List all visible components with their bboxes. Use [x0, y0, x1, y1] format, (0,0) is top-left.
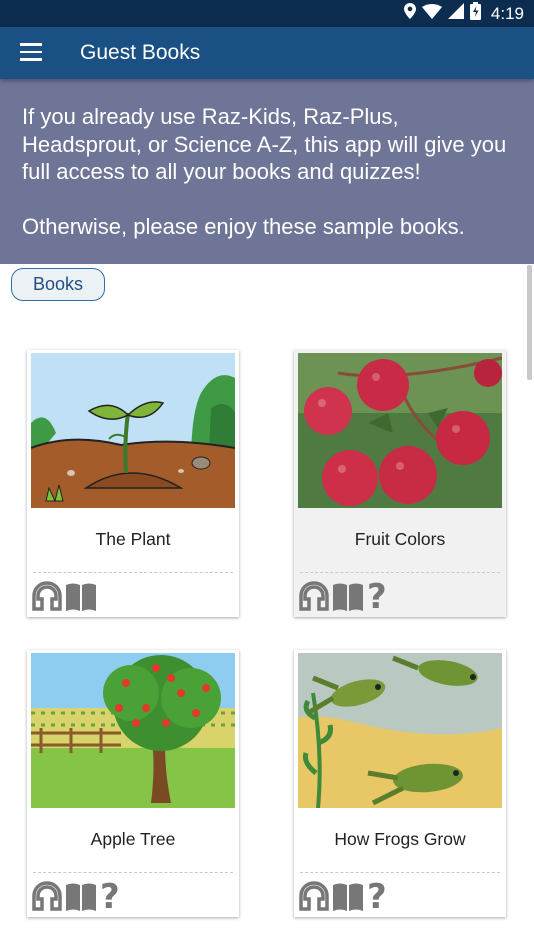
app-bar: Guest Books	[0, 27, 534, 79]
banner-text-access: If you already use Raz-Kids, Raz-Plus, H…	[22, 104, 507, 184]
status-time: 4:19	[490, 3, 524, 23]
headphones-icon[interactable]	[32, 881, 62, 913]
book-actions: ?	[299, 880, 387, 914]
book-actions	[32, 580, 97, 614]
quiz-icon[interactable]: ?	[367, 580, 387, 614]
book-actions: ?	[32, 880, 120, 914]
status-bar: 4:19	[0, 0, 534, 27]
cell-signal-icon	[447, 3, 464, 24]
status-icons: 4:19	[403, 0, 524, 27]
book-card-how-frogs-grow[interactable]: How Frogs Grow ?	[294, 650, 506, 917]
book-title: The Plant	[95, 529, 171, 549]
book-icon[interactable]	[332, 582, 364, 612]
banner-text-sample: Otherwise, please enjoy these sample boo…	[22, 213, 465, 239]
quiz-icon[interactable]: ?	[100, 880, 120, 914]
book-card-fruit-colors[interactable]: Fruit Colors ?	[294, 350, 506, 617]
headphones-icon[interactable]	[299, 581, 329, 613]
battery-icon	[469, 2, 481, 25]
book-title: Fruit Colors	[354, 529, 446, 549]
divider	[300, 872, 500, 873]
book-actions: ?	[299, 580, 387, 614]
book-title: Apple Tree	[90, 829, 176, 849]
location-icon	[403, 3, 416, 24]
scrollbar[interactable]	[527, 265, 532, 380]
books-filter-chip[interactable]: Books	[11, 268, 105, 301]
wifi-icon	[421, 3, 442, 24]
book-card-the-plant[interactable]: The Plant	[27, 350, 239, 617]
divider	[33, 872, 233, 873]
headphones-icon[interactable]	[299, 881, 329, 913]
book-icon[interactable]	[65, 582, 97, 612]
divider	[300, 572, 500, 573]
divider	[33, 572, 233, 573]
quiz-icon[interactable]: ?	[367, 880, 387, 914]
book-cover-apple-tree	[31, 653, 235, 808]
book-card-apple-tree[interactable]: Apple Tree ?	[27, 650, 239, 917]
headphones-icon[interactable]	[32, 581, 62, 613]
page-title: Guest Books	[80, 41, 201, 64]
book-icon[interactable]	[332, 882, 364, 912]
book-cover-the-plant	[31, 353, 235, 508]
book-icon[interactable]	[65, 882, 97, 912]
book-cover-how-frogs-grow	[298, 653, 502, 808]
info-banner: If you already use Raz-Kids, Raz-Plus, H…	[0, 79, 534, 264]
book-title: How Frogs Grow	[334, 829, 466, 849]
hamburger-menu-icon[interactable]	[20, 43, 42, 61]
book-cover-fruit-colors	[298, 353, 502, 508]
